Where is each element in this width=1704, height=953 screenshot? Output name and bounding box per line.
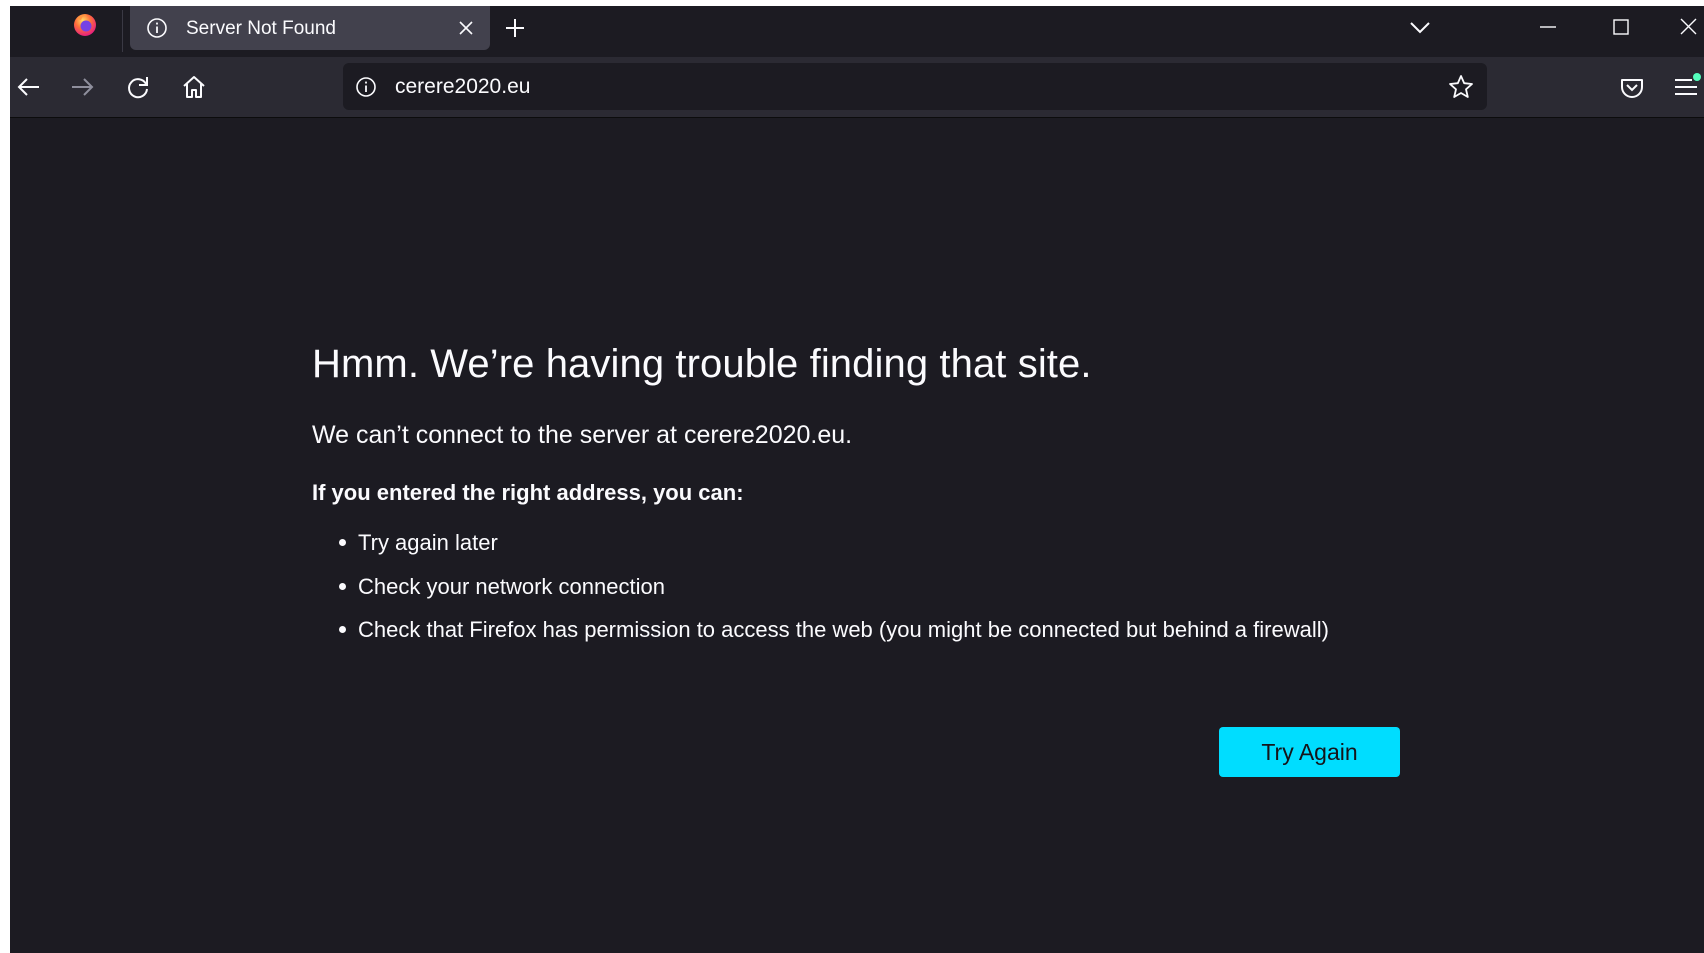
url-text[interactable]: cerere2020.eu (395, 75, 530, 99)
try-again-button[interactable]: Try Again (1219, 727, 1400, 777)
url-bar[interactable]: cerere2020.eu (343, 63, 1487, 110)
tab-server-not-found[interactable]: Server Not Found (130, 6, 490, 50)
window-close-icon[interactable] (1672, 12, 1704, 42)
maximize-icon[interactable] (1603, 12, 1639, 42)
arrow-right-icon[interactable] (66, 71, 98, 103)
reload-icon[interactable] (122, 71, 154, 103)
firefox-logo-icon (74, 14, 96, 36)
error-description: We can’t connect to the server at cerere… (312, 421, 853, 449)
suggestion-text: Try again later (358, 530, 498, 555)
error-title: Hmm. We’re having trouble finding that s… (312, 342, 1092, 386)
suggestion-text: Check your network connection (358, 573, 665, 599)
chevron-down-icon[interactable] (1405, 13, 1435, 43)
suggestion-list: Try again later Check your network conne… (312, 530, 1329, 661)
minimize-icon[interactable] (1530, 12, 1566, 42)
bullet-icon (339, 539, 346, 546)
close-icon[interactable] (455, 17, 477, 39)
plus-icon[interactable] (500, 13, 530, 43)
error-page: Hmm. We’re having trouble finding that s… (10, 118, 1704, 953)
home-icon[interactable] (178, 71, 210, 103)
star-icon[interactable] (1447, 73, 1475, 101)
tab-title: Server Not Found (186, 18, 336, 39)
tab-strip: Server Not Found (10, 6, 1704, 57)
list-item: Check that Firefox has permission to acc… (312, 617, 1329, 661)
bullet-icon (339, 582, 346, 590)
list-item: Check your network connection (312, 574, 1329, 618)
suggestion-text: Check that Firefox has permission to acc… (358, 617, 1329, 642)
tab-separator (122, 10, 123, 52)
info-icon[interactable] (355, 76, 377, 98)
browser-window: Server Not Found cerere2020.eu Hmm. We’r… (10, 6, 1704, 953)
navigation-toolbar: cerere2020.eu (10, 57, 1704, 118)
bullet-icon (339, 626, 346, 633)
arrow-left-icon[interactable] (13, 71, 45, 103)
pocket-icon[interactable] (1616, 71, 1648, 103)
list-item: Try again later (312, 530, 1329, 574)
hamburger-menu-icon[interactable] (1670, 71, 1702, 103)
info-icon (147, 18, 167, 38)
error-subtitle: If you entered the right address, you ca… (312, 480, 744, 505)
